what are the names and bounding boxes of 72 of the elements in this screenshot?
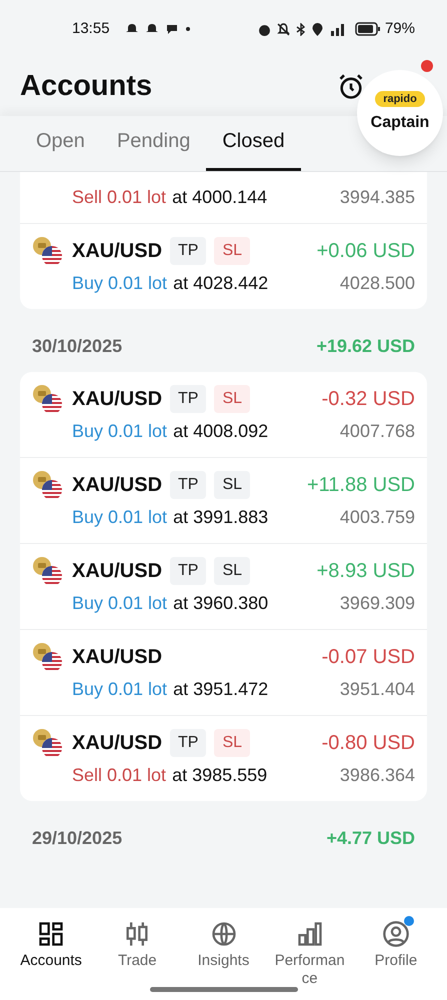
nav-tab[interactable]: Accounts [8,920,94,970]
nav-tab[interactable]: Profile [352,920,440,970]
profile-icon [382,920,410,948]
symbol: XAU/USD [72,239,162,264]
nav-tab[interactable]: Trade [94,920,180,970]
bubble-label: Captain [370,113,430,134]
alarm-clock-icon[interactable] [337,73,365,101]
battery-icon [354,22,381,36]
order-side: Sell 0.01 lot [72,764,166,787]
symbol: XAU/USD [72,559,162,584]
order-tag: SL [214,471,250,499]
nav-tab[interactable]: Insights [180,920,267,970]
open-price: at 3985.559 [172,764,268,787]
dot-icon [186,27,190,31]
close-price: 3986.364 [340,764,415,787]
open-price: at 3951.472 [173,678,268,701]
profit-amount: +0.06 USD [316,239,415,264]
close-price: 3969.309 [340,592,415,615]
tab[interactable]: Pending [100,126,206,171]
open-price: at 4000.144 [172,186,268,209]
order-side: Buy 0.01 lot [72,592,168,615]
order-tag: SL [214,729,250,757]
order-tag: TP [170,557,206,585]
symbol: XAU/USD [72,387,162,412]
order-tag: TP [170,729,206,757]
open-price: at 3991.883 [173,506,268,529]
profit-amount: +8.93 USD [316,559,415,584]
dashboard-icon [37,920,66,948]
profit-amount: -0.07 USD [322,645,415,670]
nav-tab[interactable]: Performance [266,920,353,988]
section-date: 29/10/2025 [32,827,122,850]
open-price: at 4028.442 [173,272,268,295]
globe-icon [210,920,238,948]
order-tag: TP [170,385,206,413]
profit-amount: +11.88 USD [306,473,415,498]
close-price: 3951.404 [340,678,415,701]
close-price: 3994.385 [340,186,415,209]
order-side: Buy 0.01 lot [72,506,168,529]
signal-icon [328,22,347,36]
section-date: 30/10/2025 [32,335,122,358]
bluetooth-icon [296,22,306,36]
bar-chart-icon [296,920,324,948]
floating-bubble[interactable]: rapido Captain [357,70,443,156]
close-price: 4003.759 [340,506,415,529]
location-icon [312,22,323,36]
order-side: Buy 0.01 lot [72,678,168,701]
order-side: Buy 0.01 lot [72,272,168,295]
open-price: at 3960.380 [173,592,268,615]
day-total: +19.62 USD [316,335,415,358]
profit-amount: -0.32 USD [322,387,415,412]
symbol: XAU/USD [72,473,162,498]
order-tag: TP [170,471,206,499]
status-time: 13:55 [72,18,110,39]
day-total: +4.77 USD [326,827,415,850]
symbol: XAU/USD [72,731,162,756]
page-title: Accounts [20,69,152,104]
symbol: XAU/USD [72,645,162,670]
open-price: at 4008.092 [173,420,268,443]
profit-amount: -0.80 USD [322,731,415,756]
battery-level: 79% [384,18,415,39]
order-tag: SL [214,557,250,585]
bubble-badge: rapido [375,90,425,108]
order-tag: SL [214,385,250,413]
order-tag: TP [170,237,206,265]
order-side: Buy 0.01 lot [72,420,168,443]
order-side: Sell 0.01 lot [72,186,166,209]
tab[interactable]: Open [20,126,101,171]
close-price: 4028.500 [340,272,415,295]
chat-icon [166,23,178,35]
mute-icon [276,22,290,36]
order-tag: SL [214,237,250,265]
close-price: 4007.768 [340,420,415,443]
